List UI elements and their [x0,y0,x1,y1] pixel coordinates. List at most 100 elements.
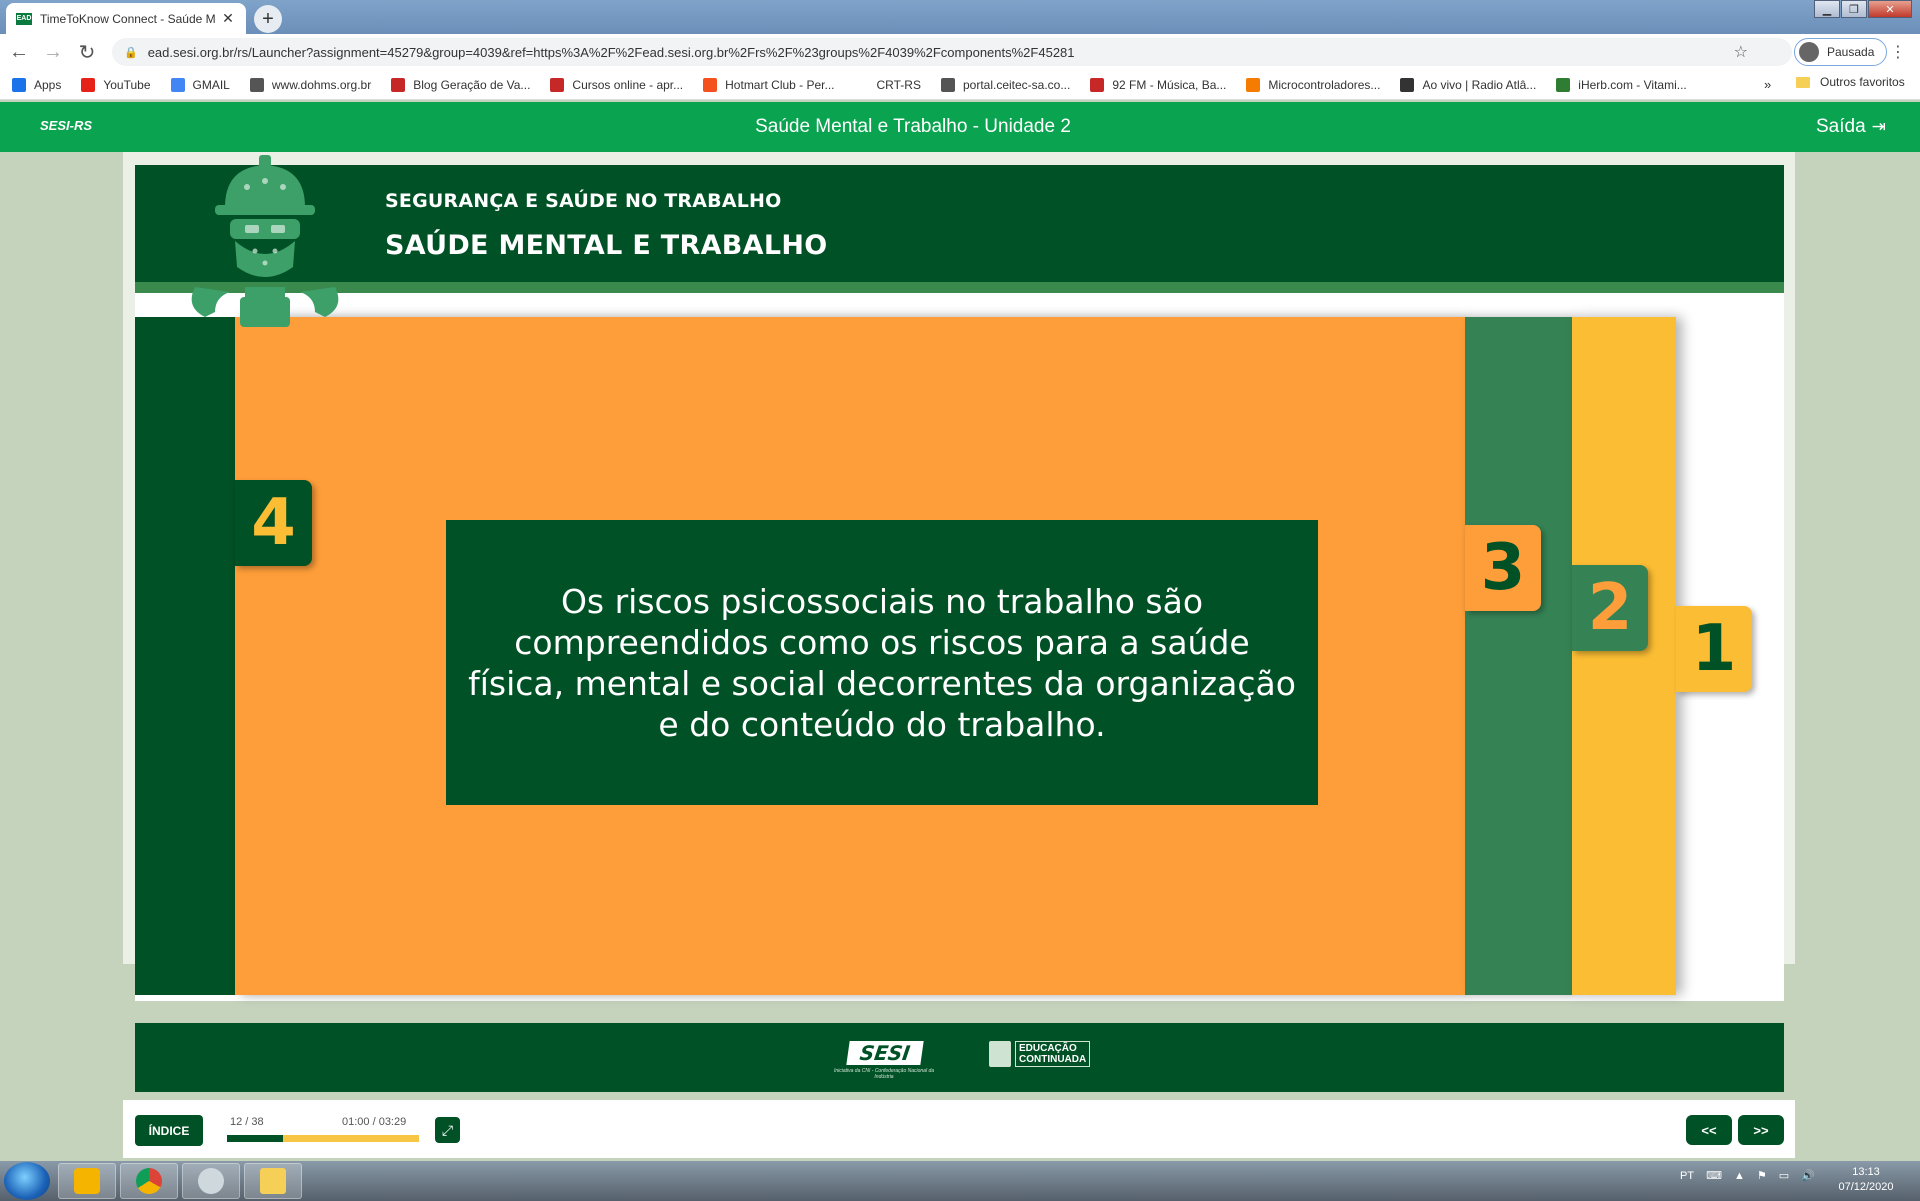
header-strip [135,282,1784,293]
bookmark-label: Cursos online - apr... [572,77,684,92]
browser-menu-icon[interactable]: ⋮ [1890,42,1906,62]
sesi-logo-subtitle: Iniciativa da CNI - Confederação Naciona… [833,1068,935,1080]
folder-icon [1796,76,1810,88]
volume-icon[interactable]: 🔊 [1801,1169,1815,1182]
tab-4[interactable]: 4 [235,480,312,566]
exit-icon: ⇥ [1871,117,1886,136]
exit-button[interactable]: Saída ⇥ [1816,116,1886,138]
bookmark-star-icon[interactable]: ☆ [1734,42,1748,62]
bookmark-item[interactable]: Microcontroladores... [1246,77,1381,92]
tab-3[interactable]: 3 [1465,525,1541,611]
language-indicator[interactable]: PT [1680,1170,1694,1182]
bookmark-item[interactable]: www.dohms.org.br [249,77,371,92]
window-controls: ▁ ❐ ✕ [1813,0,1912,18]
slide-body: 4 3 2 1 Os riscos psicossociais no traba… [135,293,1784,1001]
slide-kicker: SEGURANÇA E SAÚDE NO TRABALHO [385,190,782,212]
flag-icon[interactable]: ⚑ [1757,1169,1767,1182]
start-button[interactable] [4,1162,50,1200]
bookmarks-bar: Apps YouTube GMAIL www.dohms.org.br Blog Ger… [0,70,1920,100]
minimize-button[interactable]: ▁ [1814,0,1840,18]
edu-building-icon [989,1041,1011,1067]
taskbar-chrome[interactable] [120,1163,178,1199]
expand-icon: ⤢ [441,1121,454,1138]
radio-92-icon [1090,77,1105,92]
content-text: Os riscos psicossociais no trabalho são … [468,581,1296,744]
page-counter: 12 / 38 [230,1116,264,1128]
bookmark-item[interactable]: Ao vivo | Radio Atlâ... [1400,77,1536,92]
maximize-button[interactable]: ❐ [1841,0,1867,18]
iherb-icon [1556,77,1571,92]
tab-2[interactable]: 2 [1572,565,1648,651]
bookmark-label: Hotmart Club - Per... [725,77,835,92]
keyboard-icon[interactable]: ⌨ [1706,1169,1722,1182]
previous-button[interactable]: << [1686,1115,1732,1145]
new-tab-button[interactable]: + [254,5,282,33]
taskbar-explorer[interactable] [244,1163,302,1199]
window-close-button[interactable]: ✕ [1868,0,1912,18]
panel-1-2 [1572,317,1676,995]
bookmark-item[interactable]: CRT-RS [854,77,921,92]
other-bookmarks-folder[interactable]: Outros favoritos [1796,75,1905,89]
folder-icon [260,1168,286,1194]
content-text-box: Os riscos psicossociais no trabalho são … [446,520,1318,805]
apps-grid-icon [12,77,26,92]
crt-icon [854,77,869,92]
progress-fill [227,1135,283,1142]
paint-icon [198,1168,224,1194]
bookmark-label: CRT-RS [876,77,921,92]
sesi-logo: SESI [846,1041,924,1065]
bookmark-item[interactable]: GMAIL [170,77,230,92]
bookmark-item[interactable]: YouTube [81,77,151,92]
bookmark-item[interactable]: Blog Geração de Va... [391,77,531,92]
bookmark-label: YouTube [103,77,151,92]
bookmark-item[interactable]: iHerb.com - Vitami... [1556,77,1687,92]
next-button[interactable]: >> [1738,1115,1784,1145]
back-button[interactable]: ← [4,37,34,67]
blog-icon [391,77,406,92]
network-icon[interactable]: ▭ [1779,1169,1789,1182]
bookmark-label: Blog Geração de Va... [413,77,531,92]
taskbar-outlook[interactable] [58,1163,116,1199]
bookmark-label: Microcontroladores... [1268,77,1381,92]
bookmark-item[interactable]: 92 FM - Música, Ba... [1090,77,1227,92]
bookmark-item[interactable]: Cursos online - apr... [550,77,684,92]
cursos-icon [550,77,565,92]
radio-icon [1400,77,1415,92]
fullscreen-button[interactable]: ⤢ [435,1117,460,1143]
bookmark-label: iHerb.com - Vitami... [1578,77,1687,92]
address-bar[interactable]: 🔒 ead.sesi.org.br/rs/Launcher?assignment… [112,38,1792,66]
profile-label: Pausada [1827,45,1875,59]
bookmarks-more-button[interactable]: » [1764,77,1771,92]
globe-icon [249,77,264,92]
app-header: SESI-RS Saúde Mental e Trabalho - Unidad… [0,102,1920,152]
progress-bar[interactable] [227,1135,419,1142]
clock[interactable]: 13:13 07/12/2020 [1828,1165,1904,1195]
bookmark-label: Apps [34,77,62,92]
browser-tab-strip: EAD TimeToKnow Connect - Saúde M ✕ + ▁ ❐… [0,0,1920,34]
youtube-icon [81,77,96,92]
slide: SEGURANÇA E SAÚDE NO TRABALHO SAÚDE MENT… [135,155,1784,1092]
profile-button[interactable]: Pausada [1794,38,1888,66]
globe-icon [940,77,955,92]
show-hidden-icons[interactable]: ▲ [1734,1170,1745,1182]
index-button[interactable]: ÍNDICE [135,1115,203,1146]
bookmark-label: 92 FM - Música, Ba... [1112,77,1227,92]
bookmark-item[interactable]: Hotmart Club - Per... [703,77,835,92]
browser-tab[interactable]: EAD TimeToKnow Connect - Saúde M ✕ [6,3,246,34]
reload-button[interactable]: ↻ [72,37,102,67]
tab-title: TimeToKnow Connect - Saúde M [40,11,216,26]
bookmark-item[interactable]: Apps [12,77,62,92]
taskbar-paint[interactable] [182,1163,240,1199]
slide-header: SEGURANÇA E SAÚDE NO TRABALHO SAÚDE MENT… [135,165,1784,293]
bookmark-item[interactable]: portal.ceitec-sa.co... [940,77,1070,92]
forward-button[interactable]: → [38,37,68,67]
clock-date: 07/12/2020 [1838,1181,1894,1193]
slide-course-title: SAÚDE MENTAL E TRABALHO [385,230,828,261]
worker-mascot-icon [191,155,339,327]
blogger-icon [1246,77,1261,92]
tab-close-icon[interactable]: ✕ [220,10,236,27]
time-counter: 01:00 / 03:29 [342,1116,407,1128]
edu-line-2: CONTINUADA [1019,1054,1087,1065]
tab-1[interactable]: 1 [1676,606,1752,692]
app-title: Saúde Mental e Trabalho - Unidade 2 [755,116,1071,137]
